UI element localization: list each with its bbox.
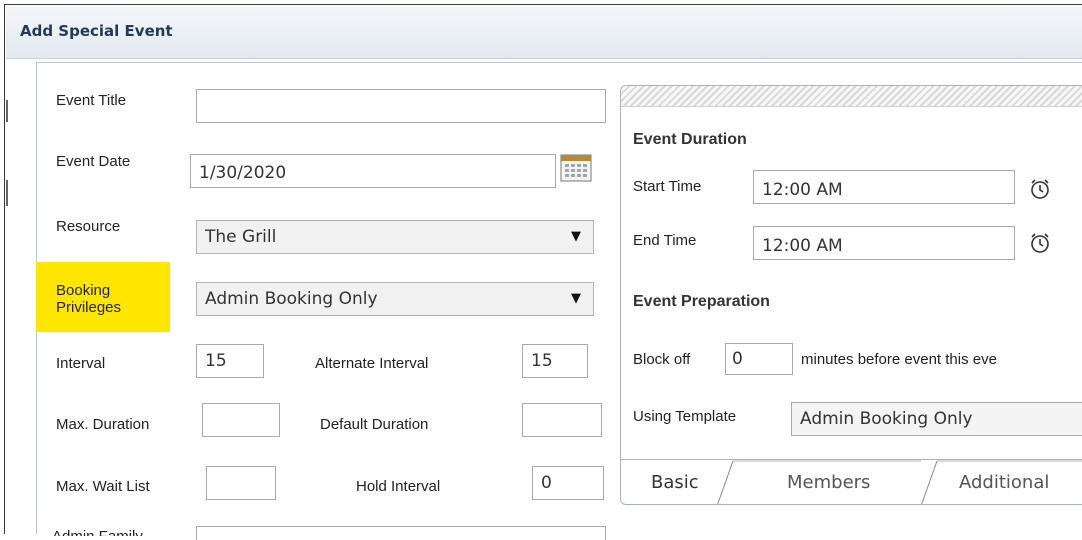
alternate-interval-label: Alternate Interval — [315, 355, 429, 372]
tab-basic[interactable]: Basic — [651, 472, 699, 504]
max-duration-input[interactable] — [202, 403, 280, 437]
booking-privileges-label-line1: Booking — [56, 282, 111, 299]
background-edge — [0, 60, 8, 534]
default-duration-input[interactable] — [522, 403, 602, 437]
using-template-select[interactable]: Admin Booking Only — [791, 402, 1082, 436]
max-duration-label: Max. Duration — [56, 416, 150, 433]
event-duration-heading: Event Duration — [633, 131, 747, 148]
using-template-label: Using Template — [633, 408, 737, 425]
booking-privileges-select-value: Admin Booking Only — [205, 289, 378, 309]
default-duration-label: Default Duration — [320, 416, 429, 433]
event-date-label: Event Date — [56, 153, 131, 170]
admin-family-input[interactable] — [196, 526, 606, 540]
hold-interval-input[interactable]: 0 — [532, 466, 604, 500]
start-time-input[interactable]: 12:00 AM — [753, 170, 1015, 204]
end-time-label: End Time — [633, 232, 697, 249]
tab-members[interactable]: Members — [787, 472, 870, 504]
event-title-input[interactable] — [196, 89, 606, 123]
hold-interval-label: Hold Interval — [356, 478, 441, 495]
panel-header-hatch — [621, 86, 1082, 107]
max-wait-list-input[interactable] — [206, 466, 276, 500]
booking-privileges-select[interactable]: Admin Booking Only ▼ — [196, 282, 594, 316]
event-date-input[interactable]: 1/30/2020 — [190, 154, 556, 188]
alarm-clock-icon[interactable] — [1029, 232, 1051, 254]
dropdown-arrow-icon: ▼ — [571, 291, 581, 306]
resource-select[interactable]: The Grill ▼ — [196, 220, 594, 254]
max-wait-list-label: Max. Wait List — [56, 478, 150, 495]
dialog-title: Add Special Event — [20, 22, 173, 40]
calendar-icon[interactable] — [560, 154, 592, 182]
booking-privileges-label: Booking Privileges — [56, 282, 121, 316]
event-preparation-heading: Event Preparation — [633, 293, 770, 310]
end-time-input[interactable]: 12:00 AM — [753, 226, 1015, 260]
event-settings-panel: Event Duration Start Time 12:00 AM End T… — [620, 85, 1082, 505]
interval-input[interactable]: 15 — [196, 344, 264, 378]
start-time-label: Start Time — [633, 178, 702, 195]
block-off-prefix: Block off — [633, 351, 691, 368]
block-off-suffix: minutes before event this eve — [801, 351, 997, 368]
admin-family-label: Admin Family — [52, 528, 143, 536]
dropdown-arrow-icon: ▼ — [571, 229, 581, 244]
alarm-clock-icon[interactable] — [1029, 178, 1051, 200]
alternate-interval-input[interactable]: 15 — [522, 344, 588, 378]
event-title-label: Event Title — [56, 92, 127, 109]
tab-bar: Basic Members Additional — [621, 459, 1082, 504]
resource-select-value: The Grill — [205, 227, 277, 247]
tab-additional[interactable]: Additional — [959, 472, 1049, 504]
interval-label: Interval — [56, 355, 106, 372]
resource-label: Resource — [56, 218, 121, 235]
block-off-input[interactable]: 0 — [725, 343, 793, 375]
booking-privileges-label-line2: Privileges — [56, 299, 122, 316]
